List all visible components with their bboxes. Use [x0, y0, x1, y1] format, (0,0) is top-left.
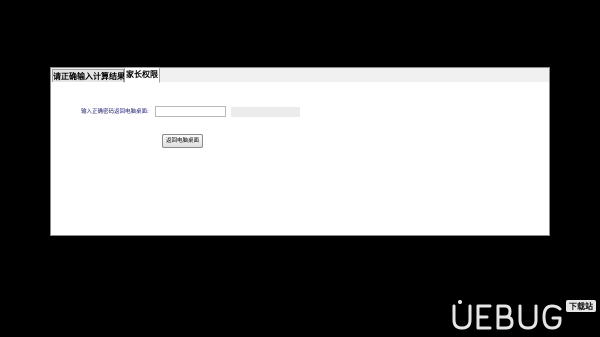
- password-input[interactable]: [155, 106, 226, 117]
- uebug-watermark-logo: 下载站: [452, 300, 596, 330]
- desktop-screen: 请正确输入计算结果 家长权限 输入正确密码返回电脑桌面: 返回电脑桌面 下载站: [0, 0, 600, 337]
- watermark-brand-text: [452, 304, 562, 330]
- return-desktop-button[interactable]: 返回电脑桌面: [162, 134, 203, 148]
- watermark-badge-text: 下载站: [569, 301, 593, 311]
- tab-parental-control[interactable]: 家长权限: [124, 67, 160, 83]
- password-label: 输入正确密码返回电脑桌面:: [81, 109, 149, 115]
- status-box: [231, 107, 300, 117]
- tab-calculation[interactable]: 请正确输入计算结果: [52, 69, 125, 82]
- parental-control-panel: 输入正确密码返回电脑桌面: 返回电脑桌面: [51, 82, 549, 235]
- watermark-dot: [458, 300, 462, 304]
- tab-strip: 请正确输入计算结果 家长权限: [51, 67, 549, 83]
- parental-lock-window: 请正确输入计算结果 家长权限 输入正确密码返回电脑桌面: 返回电脑桌面: [50, 67, 550, 236]
